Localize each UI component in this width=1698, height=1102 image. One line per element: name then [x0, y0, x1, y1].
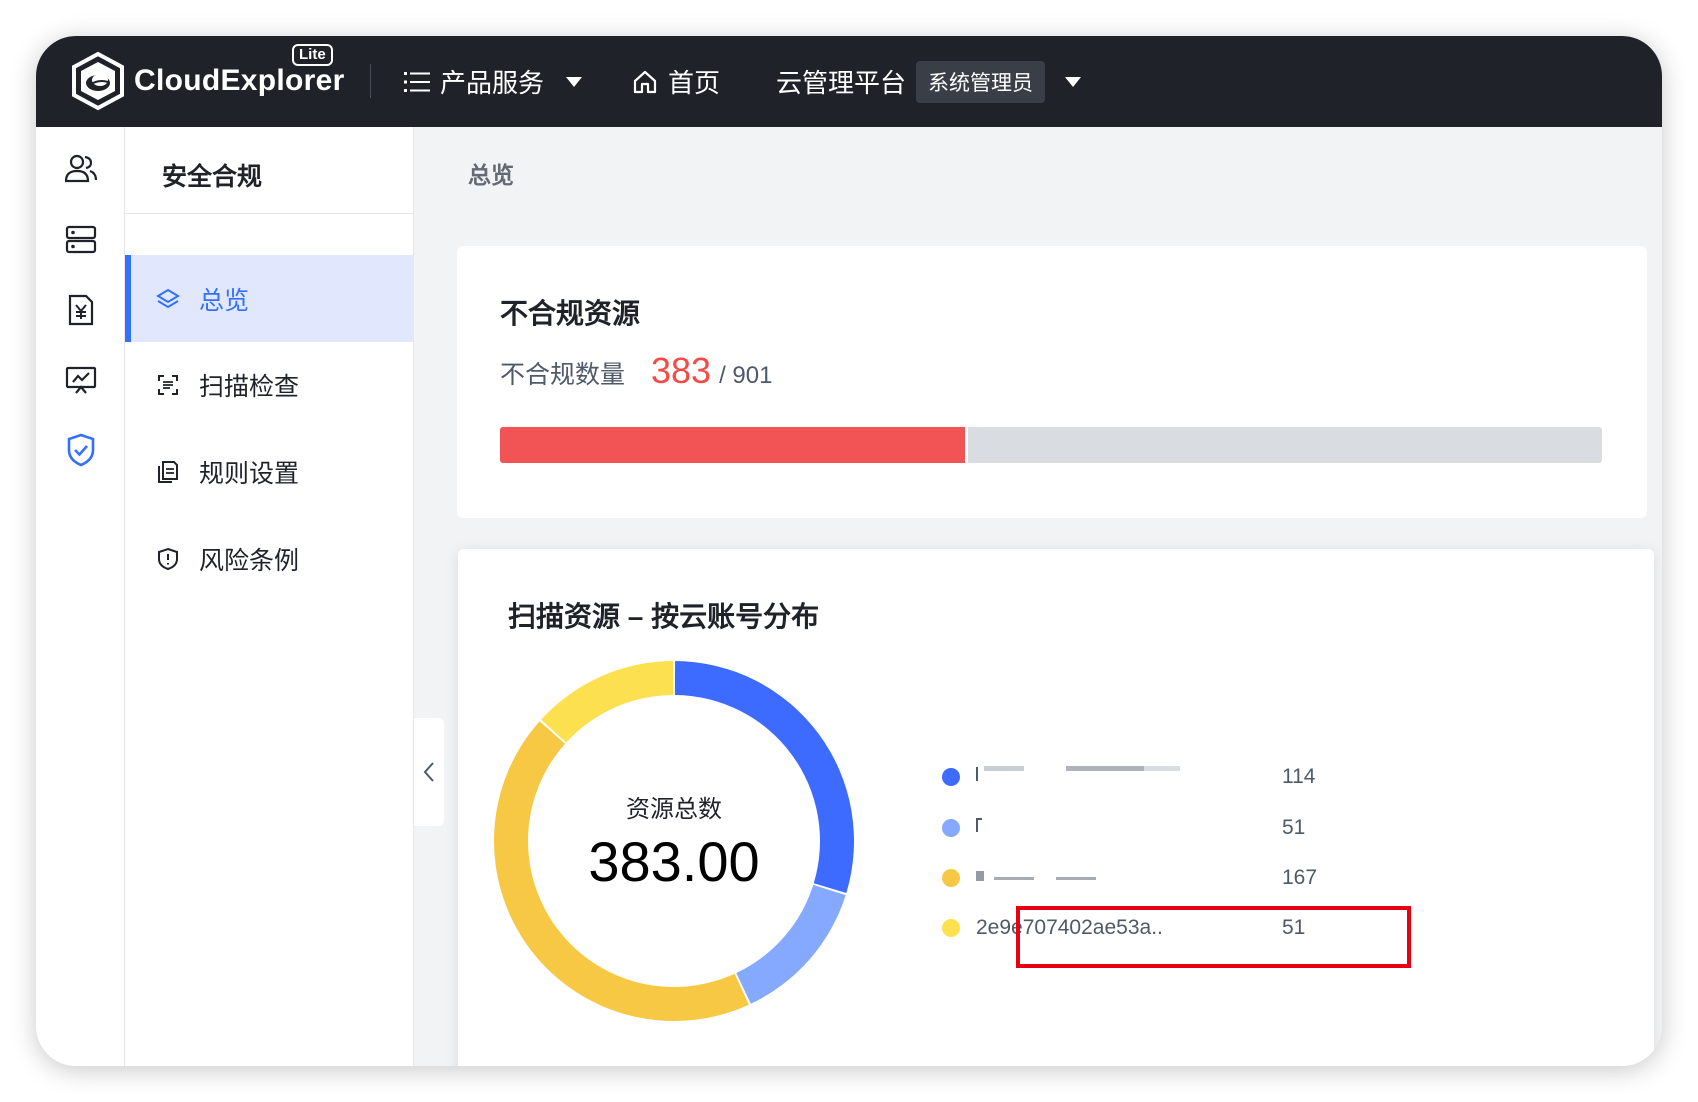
legend-name — [976, 865, 1276, 891]
top-navbar: CloudExplorer Lite 产品服务 首页 云管理平台 系统管理员 — [36, 36, 1662, 127]
legend-value: 114 — [1282, 765, 1316, 788]
menu-title: 安全合规 — [162, 163, 263, 191]
chevron-down-icon — [1065, 76, 1082, 87]
monitor-icon[interactable] — [64, 363, 98, 397]
lite-badge: Lite — [292, 44, 333, 66]
billing-icon[interactable] — [64, 293, 98, 327]
nav-divider — [370, 64, 371, 98]
chevron-down-icon — [566, 76, 583, 87]
legend-item[interactable]: 114 — [942, 762, 1362, 792]
app-name: CloudExplorer — [134, 64, 345, 97]
divider — [125, 213, 413, 214]
shield-icon[interactable] — [64, 433, 98, 467]
menu-item-scan[interactable]: 扫描检查 — [125, 341, 413, 428]
noncompliant-progress-bar — [500, 427, 1602, 463]
card-title: 扫描资源 – 按云账号分布 — [508, 601, 820, 632]
risk-shield-icon — [155, 546, 181, 572]
collapse-sidebar-button[interactable] — [414, 718, 444, 826]
donut-slice-3[interactable] — [541, 661, 674, 743]
home-icon — [633, 70, 657, 93]
legend-dot — [942, 869, 960, 887]
legend-item[interactable]: 167 — [942, 863, 1362, 893]
app-window: CloudExplorer Lite 产品服务 首页 云管理平台 系统管理员 安… — [36, 36, 1662, 1066]
menu-item-rules[interactable]: 规则设置 — [125, 428, 413, 515]
legend-value: 167 — [1282, 866, 1318, 889]
donut-center-label: 资源总数 — [626, 796, 722, 823]
legend-name — [976, 815, 1276, 841]
legend-dot — [942, 919, 960, 937]
list-icon — [404, 71, 430, 92]
highlight-annotation-box — [1016, 906, 1411, 968]
redacted-name-icon — [976, 818, 982, 832]
menu-item-label: 总览 — [199, 286, 250, 315]
noncompliant-card: 不合规资源 不合规数量 383 / 901 — [457, 246, 1647, 518]
total-count: / 901 — [719, 362, 773, 389]
legend-name — [976, 764, 1276, 790]
progress-fill — [500, 427, 969, 463]
home-link[interactable]: 首页 — [632, 36, 720, 127]
legend-dot — [942, 819, 960, 837]
rules-doc-icon — [155, 459, 181, 485]
layers-icon — [155, 286, 181, 312]
menu-item-risk[interactable]: 风险条例 — [125, 515, 413, 602]
noncompliant-count: 383 — [651, 350, 712, 391]
scan-distribution-card: 扫描资源 – 按云账号分布 资源总数 383.00 114 51 167 2e9… — [458, 549, 1654, 1066]
legend-value: 51 — [1282, 816, 1306, 839]
role-badge: 系统管理员 — [916, 60, 1046, 103]
products-label: 产品服务 — [440, 68, 545, 98]
users-icon[interactable] — [64, 151, 98, 185]
redacted-name-icon — [976, 766, 1180, 781]
legend-item[interactable]: 51 — [942, 813, 1362, 843]
card-title: 不合规资源 — [500, 298, 641, 329]
menu-item-label: 规则设置 — [199, 459, 300, 488]
donut-chart: 资源总数 383.00 — [494, 661, 854, 1021]
redacted-name-icon — [976, 871, 1096, 881]
platform-switcher[interactable]: 云管理平台 系统管理员 — [776, 36, 1082, 127]
menu-item-overview[interactable]: 总览 — [125, 255, 413, 342]
noncompliant-count-label: 不合规数量 — [500, 361, 626, 389]
cloudexplorer-logo-icon — [72, 51, 124, 111]
menu-item-label: 风险条例 — [199, 546, 300, 575]
donut-center-value: 383.00 — [588, 830, 760, 893]
scan-icon — [155, 372, 181, 398]
side-menu: 安全合规 总览 扫描检查 规则设置 风险条例 — [125, 127, 414, 1066]
products-menu[interactable]: 产品服务 — [404, 36, 583, 127]
chevron-left-icon — [423, 762, 434, 782]
home-label: 首页 — [668, 68, 721, 98]
platform-label: 云管理平台 — [776, 68, 907, 98]
legend-dot — [942, 768, 960, 786]
breadcrumb: 总览 — [468, 162, 514, 188]
menu-item-label: 扫描检查 — [199, 372, 300, 401]
server-icon[interactable] — [64, 223, 98, 257]
noncompliant-count-row: 不合规数量 383 / 901 — [500, 350, 772, 392]
donut-slice-1[interactable] — [736, 884, 846, 1004]
icon-rail — [36, 127, 125, 1066]
